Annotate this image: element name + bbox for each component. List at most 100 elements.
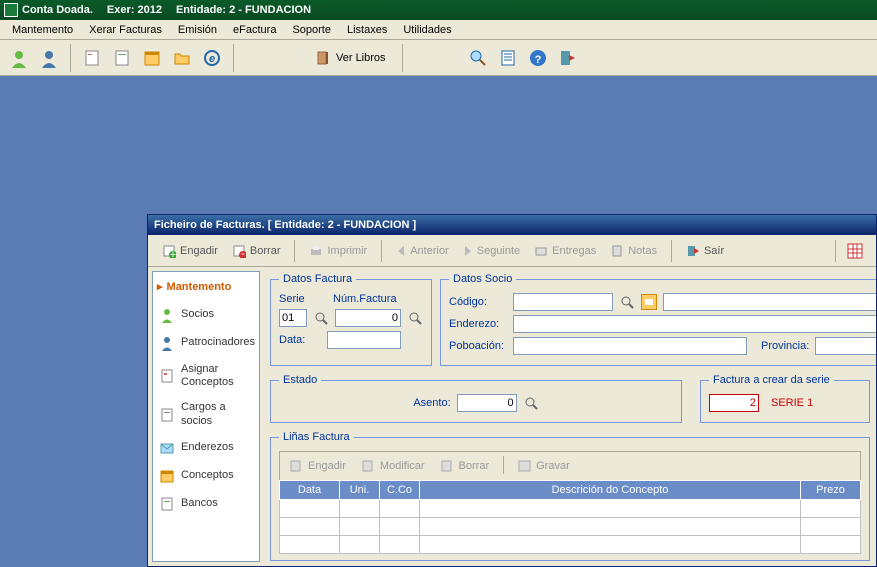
nav-cargos[interactable]: Cargos a socios: [157, 395, 255, 433]
svg-text:+: +: [170, 249, 176, 258]
asento-input[interactable]: [457, 394, 517, 412]
app-icon: [4, 3, 18, 17]
numfact-label: Núm.Factura: [333, 293, 397, 305]
serie-lookup-icon[interactable]: [313, 310, 329, 326]
enderezo-input[interactable]: [513, 315, 876, 333]
doc-cargo-icon: [159, 407, 175, 423]
person-blue-icon: [159, 335, 175, 351]
nav-asignar[interactable]: Asignar Conceptos: [157, 357, 255, 395]
nav-enderezos[interactable]: Enderezos: [157, 434, 255, 462]
svg-text:?: ?: [534, 54, 541, 66]
poboacion-input[interactable]: [513, 337, 747, 355]
fs-factura-crear: Factura a crear da serie SERIE 1: [700, 374, 870, 423]
mdi-area: Ficheiro de Facturas. [ Entidade: 2 - FU…: [0, 76, 877, 567]
ct-sair[interactable]: Saír: [680, 239, 730, 263]
ct-borrar[interactable]: -Borrar: [226, 239, 287, 263]
main-toolbar: e Ver Libros ?: [0, 40, 877, 76]
crear-legend: Factura a crear da serie: [709, 374, 834, 386]
col-desc[interactable]: Descrición do Concepto: [420, 481, 801, 500]
tb-search-icon[interactable]: [465, 45, 491, 71]
enderezo-label: Enderezo:: [449, 318, 507, 330]
linas-grid[interactable]: Data Uni. C.Co Descrición do Concepto Pr…: [279, 480, 861, 554]
nav-patrocinadores[interactable]: Patrocinadores: [157, 329, 255, 357]
table-row[interactable]: [280, 518, 861, 536]
tb-ver-libros[interactable]: Ver Libros: [306, 45, 394, 71]
col-uni[interactable]: Uni.: [340, 481, 380, 500]
crear-input[interactable]: [709, 394, 759, 412]
datos-factura-legend: Datos Factura: [279, 273, 356, 285]
nav-header: ▸Mantemento: [157, 278, 255, 301]
lf-modificar[interactable]: Modificar: [356, 456, 431, 476]
app-titlebar: Conta Doada. Exer: 2012 Entidade: 2 - FU…: [0, 0, 877, 20]
col-prezo[interactable]: Prezo: [801, 481, 861, 500]
tb-internet-icon[interactable]: e: [199, 45, 225, 71]
ct-anterior[interactable]: Anterior: [390, 239, 455, 263]
lf-borrar[interactable]: Borrar: [435, 456, 496, 476]
col-data[interactable]: Data: [280, 481, 340, 500]
tb-calendar-icon[interactable]: [139, 45, 165, 71]
menu-utilidades[interactable]: Utilidades: [395, 22, 459, 38]
lf-engadir[interactable]: Engadir: [284, 456, 352, 476]
bank-icon: [159, 496, 175, 512]
book-icon: [314, 49, 332, 67]
child-window: Ficheiro de Facturas. [ Entidade: 2 - FU…: [147, 214, 877, 567]
menubar: Mantemento Xerar Facturas Emisión eFactu…: [0, 20, 877, 40]
nome-input[interactable]: [663, 293, 876, 311]
numfact-lookup-icon[interactable]: [407, 310, 423, 326]
data-label: Data:: [279, 334, 321, 346]
datos-socio-legend: Datos Socio: [449, 273, 516, 285]
provincia-input[interactable]: [815, 337, 876, 355]
provincia-label: Provincia:: [761, 340, 809, 352]
tb-list-icon[interactable]: [495, 45, 521, 71]
data-input[interactable]: [327, 331, 401, 349]
codigo-input[interactable]: [513, 293, 613, 311]
codigo-card-icon[interactable]: [641, 294, 657, 310]
tb-help-icon[interactable]: ?: [525, 45, 551, 71]
ct-seguinte[interactable]: Seguinte: [457, 239, 526, 263]
menu-listaxes[interactable]: Listaxes: [339, 22, 395, 38]
tb-folder-icon[interactable]: [169, 45, 195, 71]
linas-legend: Liñas Factura: [279, 431, 354, 443]
ct-imprimir[interactable]: Imprimir: [303, 239, 373, 263]
col-cco[interactable]: C.Co: [380, 481, 420, 500]
lf-gravar[interactable]: Gravar: [512, 456, 576, 476]
address-icon: [159, 440, 175, 456]
tb-person-blue-icon[interactable]: [36, 45, 62, 71]
tb-doc2-icon[interactable]: [109, 45, 135, 71]
menu-soporte[interactable]: Soporte: [284, 22, 339, 38]
fs-datos-factura: Datos Factura Serie Núm.Factura D: [270, 273, 432, 366]
ver-libros-label: Ver Libros: [336, 52, 386, 64]
ct-entregas[interactable]: Entregas: [528, 239, 602, 263]
menu-emision[interactable]: Emisión: [170, 22, 225, 38]
tb-doc1-icon[interactable]: [79, 45, 105, 71]
fs-datos-socio: Datos Socio Código: Enderezo:: [440, 273, 876, 366]
serie-input[interactable]: [279, 309, 307, 327]
nav-conceptos[interactable]: Conceptos: [157, 462, 255, 490]
calendar-icon: [159, 468, 175, 484]
estado-legend: Estado: [279, 374, 321, 386]
leftnav: ▸Mantemento Socios Patrocinadores Asigna…: [152, 271, 260, 562]
title-entidade: Entidade: 2 - FUNDACION: [176, 4, 311, 16]
ct-engadir[interactable]: +Engadir: [156, 239, 224, 263]
menu-mantemento[interactable]: Mantemento: [4, 22, 81, 38]
table-row[interactable]: [280, 536, 861, 554]
serie-label: Serie: [279, 293, 305, 305]
asento-lookup-icon[interactable]: [523, 395, 539, 411]
menu-efactura[interactable]: eFactura: [225, 22, 284, 38]
nav-bancos[interactable]: Bancos: [157, 490, 255, 518]
nav-socios[interactable]: Socios: [157, 301, 255, 329]
person-green-icon: [159, 307, 175, 323]
ct-notas[interactable]: Notas: [604, 239, 663, 263]
codigo-label: Código:: [449, 296, 507, 308]
numfact-input[interactable]: [335, 309, 401, 327]
form-area: Datos Factura Serie Núm.Factura D: [264, 267, 876, 566]
codigo-lookup-icon[interactable]: [619, 294, 635, 310]
poboacion-label: Poboación:: [449, 340, 507, 352]
table-row[interactable]: [280, 500, 861, 518]
ct-grid-icon[interactable]: [842, 238, 868, 264]
tb-person-green-icon[interactable]: [6, 45, 32, 71]
menu-xerar-facturas[interactable]: Xerar Facturas: [81, 22, 170, 38]
tb-exit-icon[interactable]: [555, 45, 581, 71]
title-app: Conta Doada.: [22, 4, 93, 16]
svg-text:e: e: [209, 53, 215, 65]
